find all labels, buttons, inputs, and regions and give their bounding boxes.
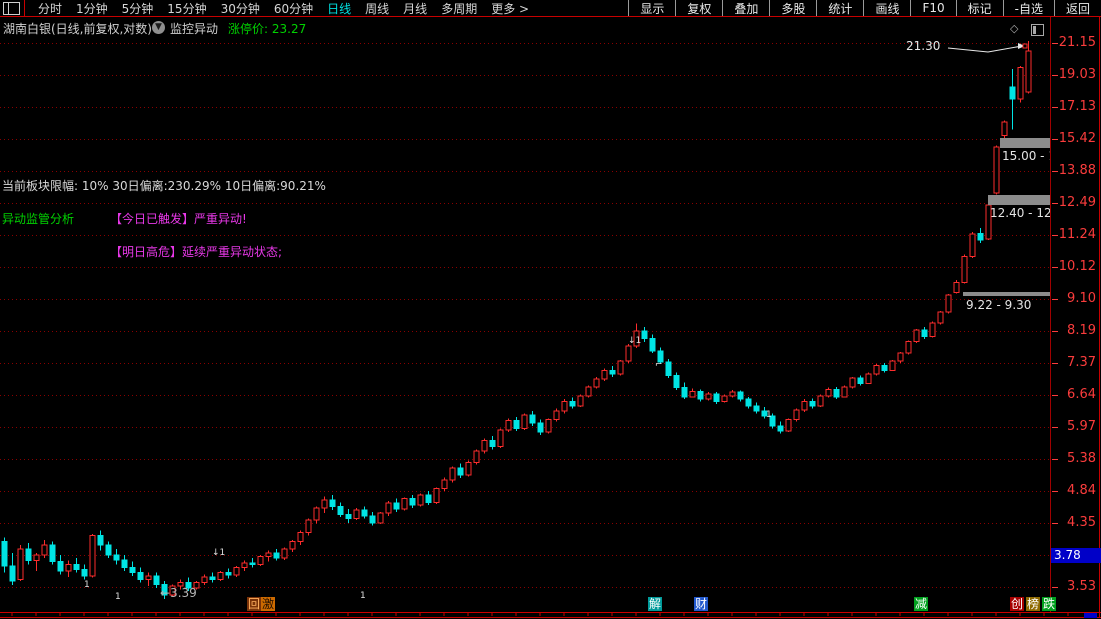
price-tick-5.97: 5.97: [1067, 419, 1096, 434]
price-tick-15.42: 15.42: [1058, 131, 1096, 146]
gap-zone-label-0: 15.00 - 1: [1002, 149, 1050, 163]
price-tick-11.24: 11.24: [1058, 227, 1096, 242]
event-badge-减[interactable]: 减: [914, 597, 928, 611]
analysis-title: 异动监管分析: [2, 212, 75, 226]
toolbar-button-显示[interactable]: 显示: [628, 0, 675, 16]
tab-30分钟[interactable]: 30分钟: [214, 0, 267, 17]
price-tick-13.88: 13.88: [1058, 163, 1096, 178]
signal-marker-2: ↓1: [212, 548, 226, 558]
toolbar-button-画线[interactable]: 画线: [863, 0, 910, 16]
toolbar-button-叠加[interactable]: 叠加: [722, 0, 769, 16]
tab-月线[interactable]: 月线: [396, 0, 434, 17]
board-limit-info: 当前板块限幅: 10% 30日偏离:230.29% 10日偏离:90.21%: [2, 179, 326, 193]
price-tick-12.49: 12.49: [1058, 195, 1096, 210]
alert-tomorrow: 【明日高危】延续严重异动状态;: [110, 245, 283, 259]
tab-更多 >[interactable]: 更多 >: [484, 0, 536, 17]
price-tick-5.38: 5.38: [1067, 451, 1096, 466]
tab-日线[interactable]: 日线: [320, 0, 358, 17]
price-tick-8.19: 8.19: [1067, 323, 1096, 338]
price-tick-10.12: 10.12: [1058, 259, 1096, 274]
toolbar-divider: [24, 0, 25, 16]
top-toolbar: 分时 1分钟 5分钟 15分钟 30分钟 60分钟 日线 周线 月线 多周期 更多 > 显示 复权 叠加…: [0, 0, 1101, 17]
signal-marker-1: 1: [115, 592, 121, 602]
gap-zone-label-1: 12.40 - 12.: [990, 206, 1050, 220]
candlestick-chart[interactable]: [0, 0, 1101, 619]
toolbar-button-返回[interactable]: 返回: [1053, 0, 1101, 16]
event-badge-榜[interactable]: 榜: [1026, 597, 1040, 611]
low-price-label: ←3.39: [160, 586, 197, 600]
toolbar-button--自选[interactable]: -自选: [1002, 0, 1054, 16]
price-tick-3.53: 3.53: [1067, 579, 1096, 594]
price-tick-4.35: 4.35: [1067, 515, 1096, 530]
trading-app-window: { "toolbar": { "menu_items": ["分时","1分钟"…: [0, 0, 1101, 619]
gap-zone-label-2: 9.22 - 9.30: [966, 298, 1032, 312]
diamond-icon[interactable]: ◇: [1010, 22, 1018, 35]
toolbar-button-复权[interactable]: 复权: [675, 0, 722, 16]
toolbar-button-统计[interactable]: 统计: [816, 0, 863, 16]
event-badge-解[interactable]: 解: [648, 597, 662, 611]
toolbar-button-F10[interactable]: F10: [910, 0, 955, 16]
tab-周线[interactable]: 周线: [358, 0, 396, 17]
highlighted-price-tick: 3.78: [1051, 548, 1101, 563]
alert-today: 【今日已触发】严重异动!: [110, 212, 247, 226]
signal-marker-3: 1: [360, 591, 366, 601]
toolbar-button-标记[interactable]: 标记: [955, 0, 1003, 16]
tab-5分钟[interactable]: 5分钟: [115, 0, 161, 17]
price-tick-7.37: 7.37: [1067, 355, 1096, 370]
event-badge-激[interactable]: 激: [261, 597, 275, 611]
signal-marker-5: ⌐: [655, 360, 663, 370]
tab-分时[interactable]: 分时: [31, 0, 69, 17]
signal-marker-6: 1: [766, 410, 772, 420]
event-badge-创[interactable]: 创: [1010, 597, 1024, 611]
high-price-label: 21.30: [906, 39, 941, 53]
tab-60分钟[interactable]: 60分钟: [267, 0, 320, 17]
price-tick-6.64: 6.64: [1067, 387, 1096, 402]
toolbar-buttons: 显示 复权 叠加 多股 统计 画线 F10 标记 -自选 返回: [628, 0, 1101, 16]
price-tick-17.13: 17.13: [1058, 99, 1096, 114]
signal-marker-4: ↓1: [628, 336, 642, 346]
price-tick-21.15: 21.15: [1058, 35, 1096, 50]
period-menu: 分时 1分钟 5分钟 15分钟 30分钟 60分钟 日线 周线 月线 多周期 更多 >: [31, 0, 536, 17]
tab-15分钟[interactable]: 15分钟: [160, 0, 213, 17]
event-badge-跌[interactable]: 跌: [1042, 597, 1056, 611]
tab-1分钟[interactable]: 1分钟: [69, 0, 115, 17]
event-badge-财[interactable]: 财: [694, 597, 708, 611]
price-tick-19.03: 19.03: [1058, 67, 1096, 82]
price-tick-4.84: 4.84: [1067, 483, 1096, 498]
window-split-icon[interactable]: [3, 1, 20, 15]
price-tick-9.10: 9.10: [1067, 291, 1096, 306]
signal-marker-0: 1: [84, 580, 90, 590]
event-badge-回[interactable]: 回: [247, 597, 261, 611]
tab-多周期[interactable]: 多周期: [434, 0, 484, 17]
toolbar-button-多股[interactable]: 多股: [769, 0, 816, 16]
